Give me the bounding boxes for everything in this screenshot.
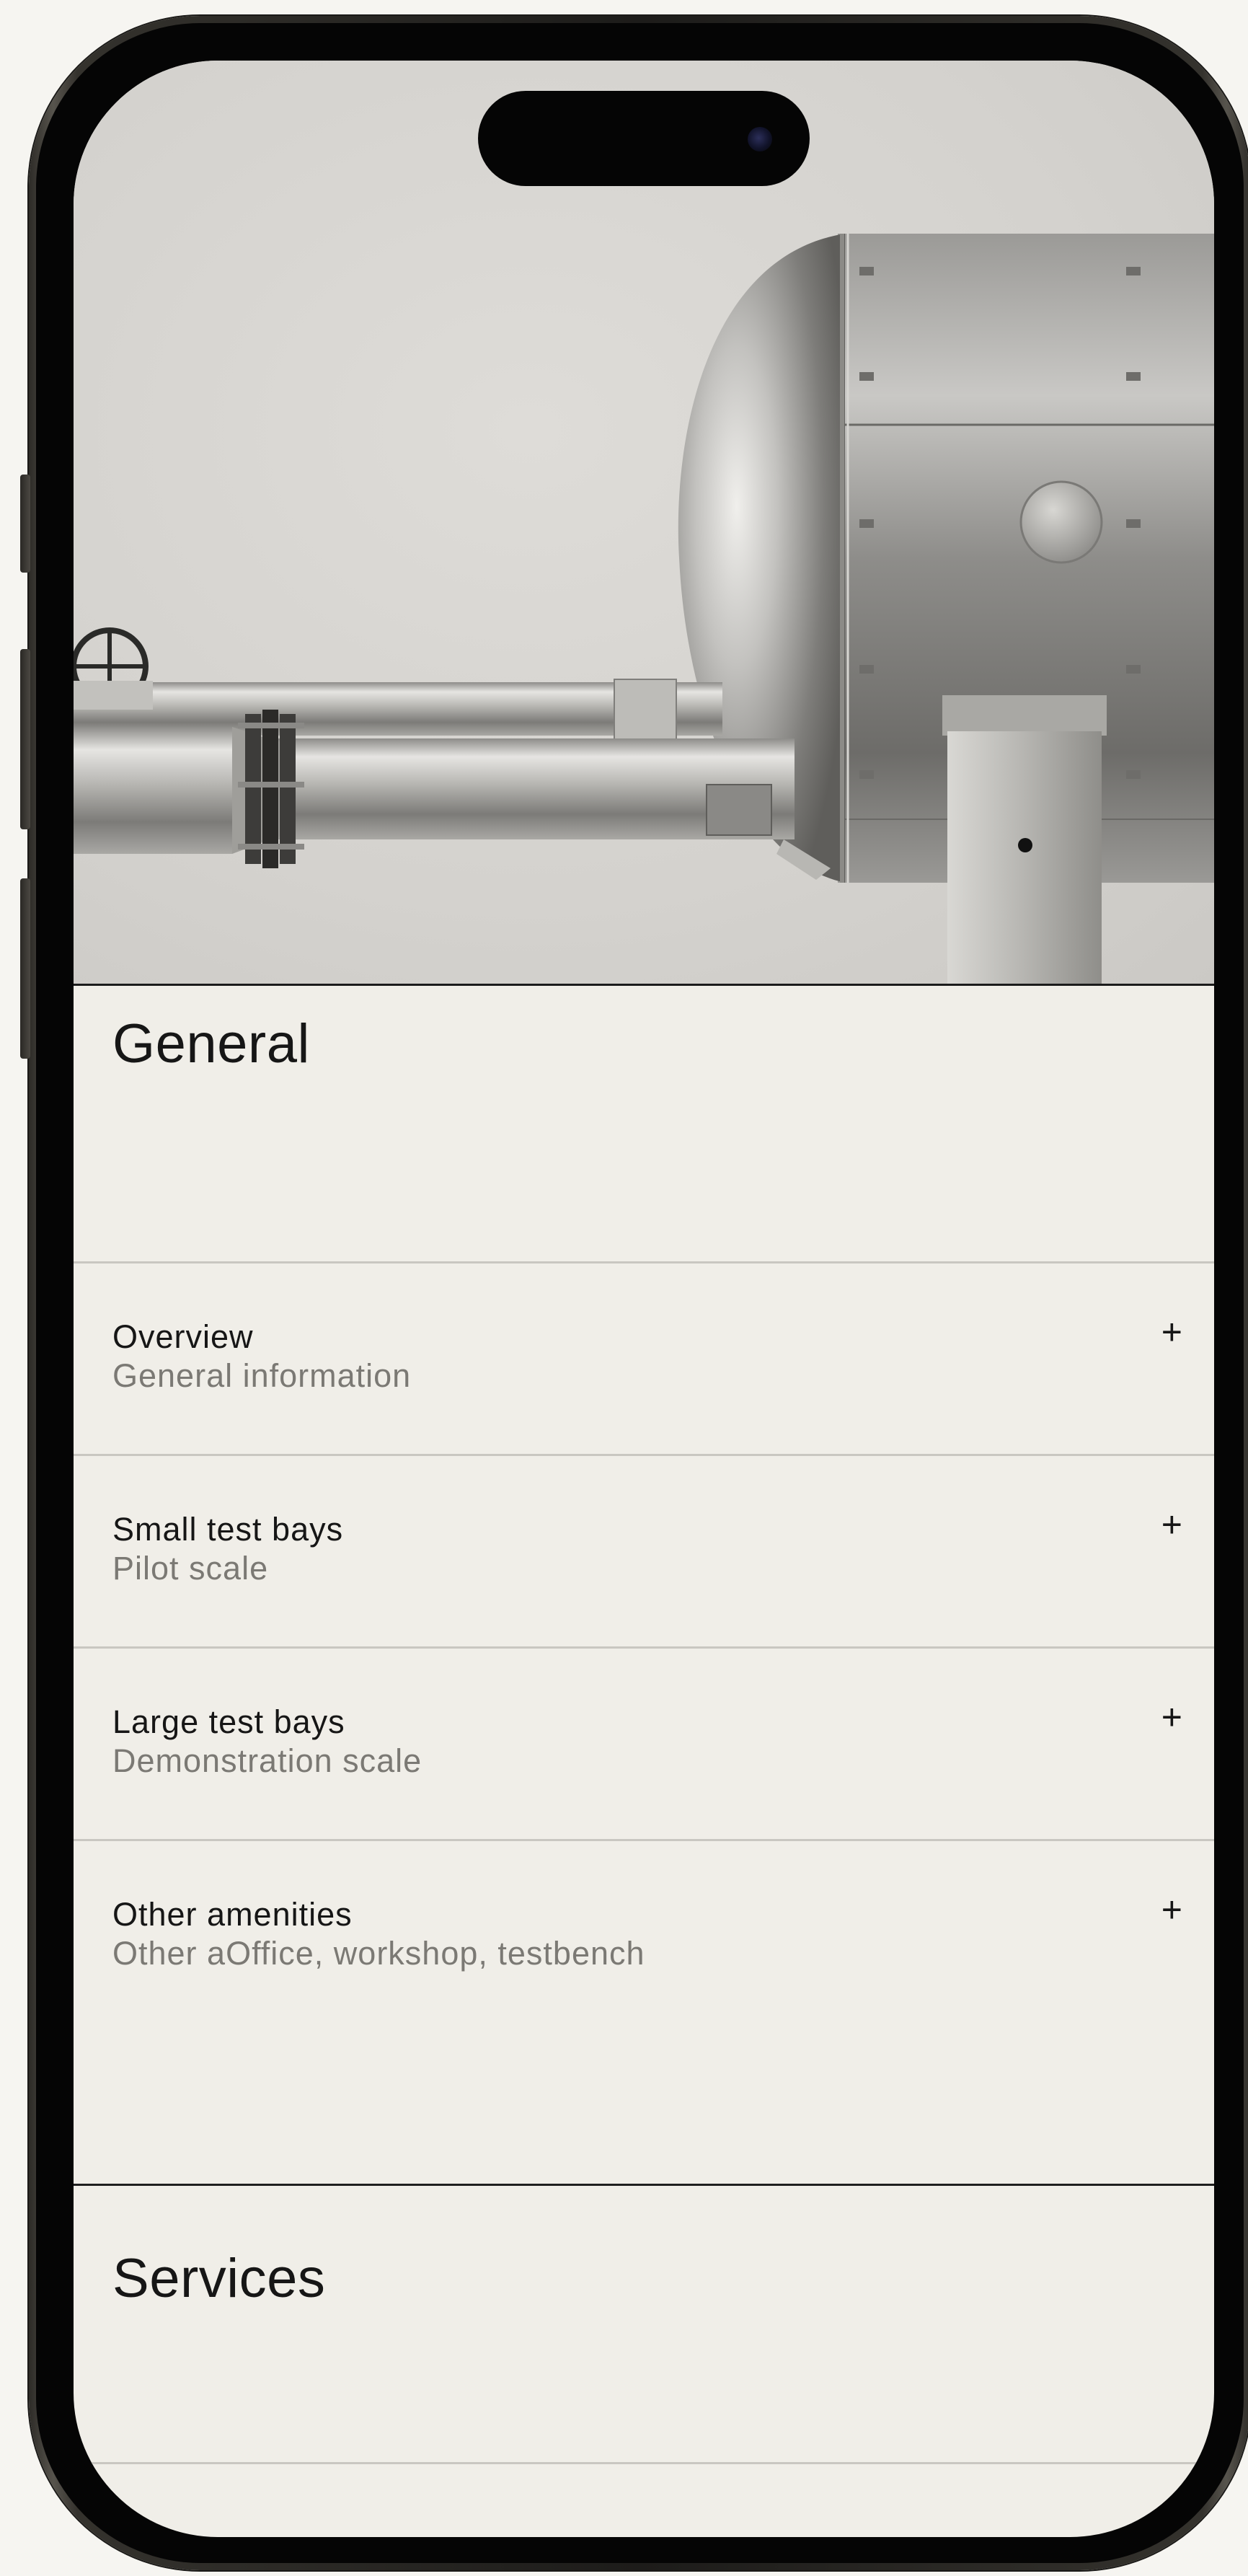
volume-down-button (20, 878, 30, 1059)
dynamic-island (478, 91, 810, 186)
accordion-item-large-test-bays[interactable]: Large test bays Demonstration scale + (74, 1649, 1214, 1839)
volume-up-button (20, 649, 30, 829)
action-button (20, 475, 30, 573)
section-title-general: General (112, 1013, 310, 1075)
app-screen: General Overview General information + S… (74, 61, 1214, 2537)
plus-icon[interactable]: + (1161, 1314, 1182, 1350)
accordion-item-overview[interactable]: Overview General information + (74, 1263, 1214, 1454)
accordion-title: Small test bays (112, 1511, 344, 1548)
hero-image (74, 61, 1214, 986)
plus-icon[interactable]: + (1161, 1699, 1182, 1735)
accordion-subtitle: Other aOffice, workshop, testbench (112, 1935, 645, 1972)
accordion-title: Large test bays (112, 1703, 345, 1740)
pressure-vessel-illustration (74, 234, 1214, 984)
accordion-subtitle: Demonstration scale (112, 1742, 422, 1779)
section-divider (74, 2184, 1214, 2186)
section-title-services: Services (112, 2248, 326, 2309)
accordion-title: Other amenities (112, 1896, 353, 1933)
accordion-item-other-amenities[interactable]: Other amenities Other aOffice, workshop,… (74, 1841, 1214, 2032)
plus-icon[interactable]: + (1161, 1507, 1182, 1543)
front-camera (748, 127, 772, 151)
plus-icon[interactable]: + (1161, 1892, 1182, 1928)
accordion-subtitle: General information (112, 1357, 412, 1394)
accordion-title: Overview (112, 1318, 254, 1355)
accordion-item-small-test-bays[interactable]: Small test bays Pilot scale + (74, 1456, 1214, 1646)
accordion-subtitle: Pilot scale (112, 1550, 269, 1587)
divider (74, 2462, 1214, 2464)
